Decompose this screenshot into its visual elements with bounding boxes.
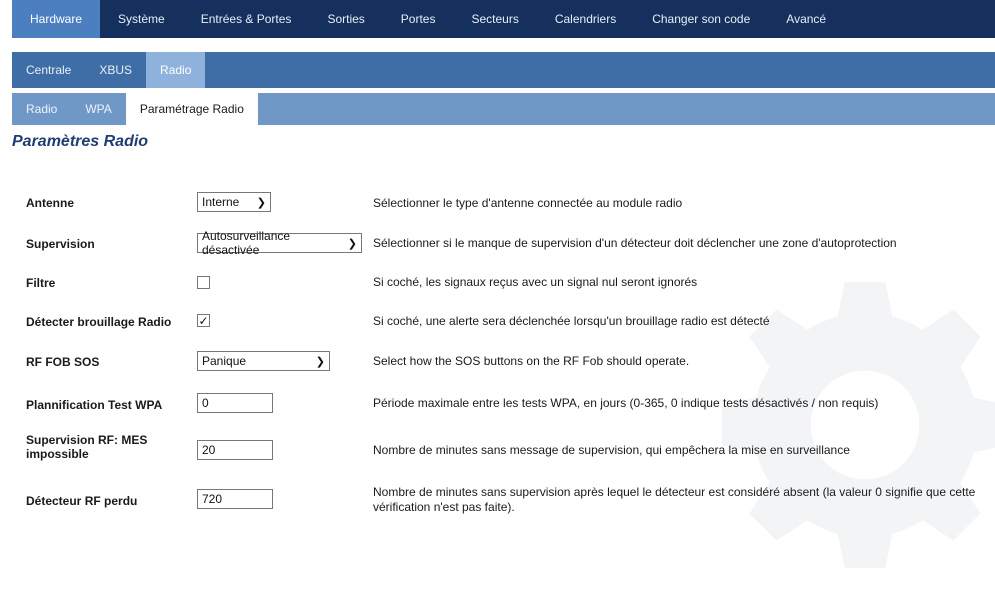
- chevron-down-icon: ❯: [347, 237, 357, 250]
- detecteur-perdu-input[interactable]: [197, 489, 273, 509]
- tab-sorties[interactable]: Sorties: [309, 0, 382, 38]
- test-wpa-input[interactable]: [197, 393, 273, 413]
- tab-xbus[interactable]: XBUS: [85, 52, 146, 88]
- page-title: Paramètres Radio: [12, 133, 149, 150]
- supervision-label: Supervision: [26, 237, 95, 251]
- antenne-value: Interne: [202, 195, 240, 209]
- tab-parametrage-radio[interactable]: Paramétrage Radio: [125, 93, 258, 125]
- primary-nav: Hardware Système Entrées & Portes Sortie…: [12, 0, 995, 38]
- tab-avance[interactable]: Avancé: [768, 0, 844, 38]
- tab-secteurs[interactable]: Secteurs: [453, 0, 536, 38]
- detecteur-perdu-label: Détecteur RF perdu: [26, 494, 138, 508]
- supervision-value: Autosurveillance désactivée: [202, 229, 291, 257]
- brouillage-label: Détecter brouillage Radio: [26, 315, 172, 329]
- filtre-checkbox[interactable]: [197, 276, 210, 289]
- tab-portes[interactable]: Portes: [383, 0, 454, 38]
- tab-systeme[interactable]: Système: [100, 0, 183, 38]
- tertiary-nav: Radio WPA Paramétrage Radio: [12, 93, 995, 125]
- tab-hardware[interactable]: Hardware: [12, 0, 101, 38]
- supervision-select[interactable]: Autosurveillance désactivée ❯: [197, 229, 362, 257]
- antenne-label: Antenne: [26, 196, 74, 210]
- rf-fob-sos-select[interactable]: Panique ❯: [197, 351, 330, 371]
- tab-calendriers[interactable]: Calendriers: [537, 0, 634, 38]
- supervision-rf-input[interactable]: [197, 440, 273, 460]
- brouillage-checkbox[interactable]: ✓: [197, 314, 210, 327]
- detecteur-perdu-description: Nombre de minutes sans supervision après…: [373, 485, 976, 514]
- supervision-rf-label: Supervision RF: MES impossible: [26, 433, 148, 461]
- checkmark-icon: ✓: [198, 313, 209, 328]
- filtre-description: Si coché, les signaux reçus avec un sign…: [373, 275, 698, 289]
- rf-fob-sos-label: RF FOB SOS: [26, 355, 100, 369]
- brouillage-description: Si coché, une alerte sera déclenchée lor…: [373, 314, 770, 328]
- tab-centrale[interactable]: Centrale: [12, 52, 85, 88]
- filtre-label: Filtre: [26, 276, 56, 290]
- rf-fob-sos-description: Select how the SOS buttons on the RF Fob…: [373, 354, 690, 368]
- chevron-down-icon: ❯: [256, 196, 266, 209]
- supervision-description: Sélectionner si le manque de supervision…: [373, 236, 897, 250]
- tab-radio[interactable]: Radio: [12, 93, 71, 125]
- test-wpa-label: Plannification Test WPA: [26, 398, 163, 412]
- tab-entrees-portes[interactable]: Entrées & Portes: [183, 0, 310, 38]
- antenne-select[interactable]: Interne ❯: [197, 192, 271, 212]
- supervision-rf-description: Nombre de minutes sans message de superv…: [373, 443, 850, 457]
- tab-radio-section[interactable]: Radio: [146, 52, 206, 88]
- tab-changer-code[interactable]: Changer son code: [634, 0, 768, 38]
- rf-fob-sos-value: Panique: [202, 354, 247, 368]
- test-wpa-description: Période maximale entre les tests WPA, en…: [373, 396, 879, 410]
- chevron-down-icon: ❯: [315, 355, 325, 368]
- tab-wpa[interactable]: WPA: [71, 93, 125, 125]
- secondary-nav: Centrale XBUS Radio: [12, 52, 995, 88]
- gear-watermark-icon: [722, 282, 995, 568]
- antenne-description: Sélectionner le type d'antenne connectée…: [373, 196, 683, 210]
